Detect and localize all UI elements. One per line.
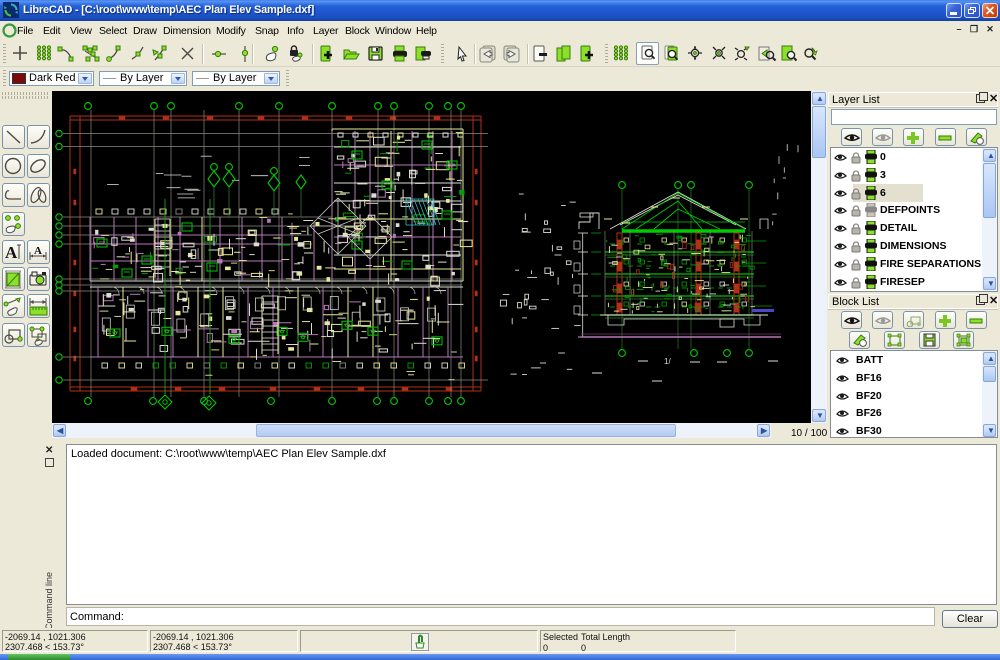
svg-text:A: A — [5, 243, 18, 262]
svg-text:1/: 1/ — [664, 357, 671, 366]
svg-text:A: A — [34, 245, 42, 257]
